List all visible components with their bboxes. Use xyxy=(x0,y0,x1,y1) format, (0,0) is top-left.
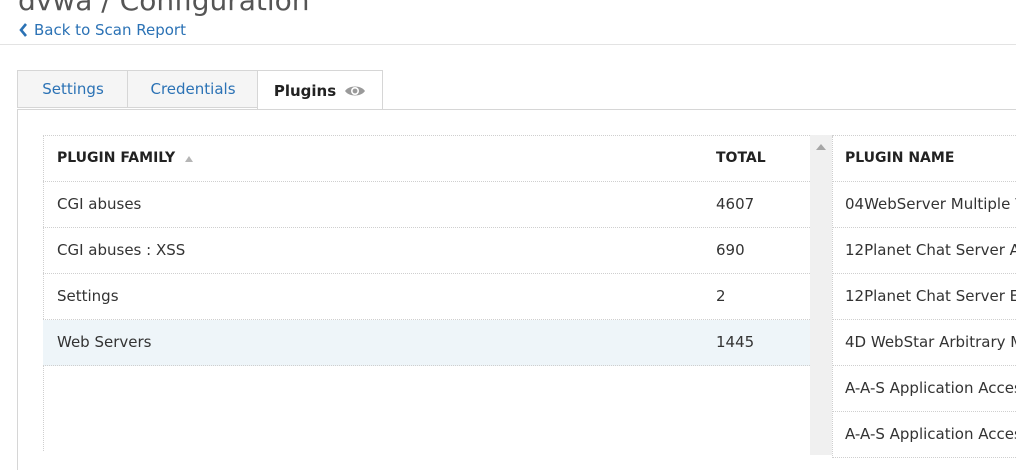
plugin-family-total: 690 xyxy=(716,241,745,259)
plugin-name-table: PLUGIN NAME 04WebServer Multiple V 12Pla… xyxy=(832,135,1016,458)
plugin-family-name: Settings xyxy=(57,287,119,305)
plugin-name: 4D WebStar Arbitrary M xyxy=(845,333,1016,351)
family-table-scrollbar[interactable] xyxy=(810,135,832,455)
tab-plugins-label: Plugins xyxy=(273,81,337,100)
plugin-name: 12Planet Chat Server Ad xyxy=(845,241,1016,259)
page-title: dvwa / Configuration xyxy=(18,0,310,17)
list-item[interactable]: 04WebServer Multiple V xyxy=(832,182,1016,228)
table-row-selected[interactable]: Web Servers 1445 xyxy=(43,320,810,366)
eye-icon[interactable] xyxy=(344,84,366,98)
plugin-name: 12Planet Chat Server Err xyxy=(845,287,1016,305)
plugin-family-header-label: PLUGIN FAMILY xyxy=(57,150,176,166)
table-row[interactable]: CGI abuses 4607 xyxy=(43,182,810,228)
table-header-row: PLUGIN FAMILY TOTAL xyxy=(43,136,810,182)
back-to-scan-report-link[interactable]: Back to Scan Report xyxy=(19,21,186,39)
list-item[interactable]: A-A-S Application Acces xyxy=(832,412,1016,458)
plugin-family-column-header[interactable]: PLUGIN FAMILY xyxy=(57,136,194,181)
tab-settings-label: Settings xyxy=(42,80,104,98)
table-header-row: PLUGIN NAME xyxy=(832,136,1016,182)
plugin-family-total: 4607 xyxy=(716,195,755,213)
list-item[interactable]: 12Planet Chat Server Ad xyxy=(832,228,1016,274)
scroll-up-arrow-icon[interactable] xyxy=(816,144,826,150)
list-item[interactable]: A-A-S Application Acces xyxy=(832,366,1016,412)
list-item[interactable]: 12Planet Chat Server Err xyxy=(832,274,1016,320)
tab-plugins[interactable]: Plugins xyxy=(257,70,383,110)
plugin-name: A-A-S Application Acces xyxy=(845,379,1016,397)
back-link-label: Back to Scan Report xyxy=(34,21,186,39)
plugin-name-column-header[interactable]: PLUGIN NAME xyxy=(845,136,954,181)
total-column-header[interactable]: TOTAL xyxy=(716,136,766,181)
list-item[interactable]: 4D WebStar Arbitrary M xyxy=(832,320,1016,366)
plugin-name: A-A-S Application Acces xyxy=(845,425,1016,443)
plugin-family-name: Web Servers xyxy=(57,333,152,351)
plugin-family-total: 1445 xyxy=(716,333,755,351)
header-divider xyxy=(0,44,1016,45)
plugin-name: 04WebServer Multiple V xyxy=(845,195,1016,213)
sort-ascending-icon[interactable] xyxy=(185,155,194,162)
table-row[interactable]: CGI abuses : XSS 690 xyxy=(43,228,810,274)
plugin-family-total: 2 xyxy=(716,287,726,305)
chevron-left-icon xyxy=(19,23,27,37)
tab-settings[interactable]: Settings xyxy=(17,70,128,108)
tab-credentials-label: Credentials xyxy=(150,80,236,98)
plugin-family-name: CGI abuses xyxy=(57,195,142,213)
plugin-family-name: CGI abuses : XSS xyxy=(57,241,186,259)
table-row[interactable]: Settings 2 xyxy=(43,274,810,320)
tab-credentials[interactable]: Credentials xyxy=(127,70,258,108)
plugin-family-table: PLUGIN FAMILY TOTAL CGI abuses 4607 CGI … xyxy=(43,135,810,451)
